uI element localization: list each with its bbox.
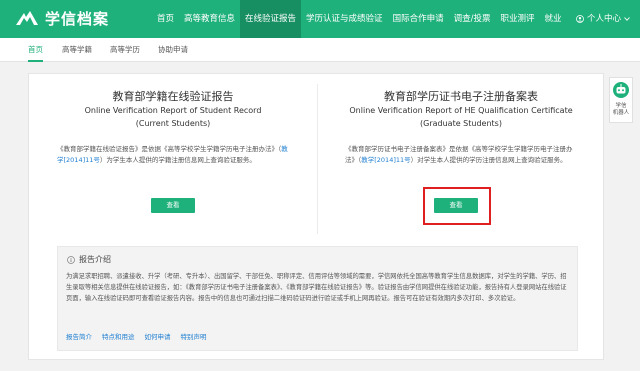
desc-text: 《教育部学籍在线验证报告》是依据《高等学校学生学籍学历电子注册办法》（ — [57, 145, 282, 153]
card-description: 《教育部学籍在线验证报告》是依据《高等学校学生学籍学历电子注册办法》（教学[20… — [57, 144, 293, 166]
main-nav: 首页 高等教育信息 在线验证报告 学历认证与成绩验证 国际合作申请 调查/投票 … — [152, 0, 566, 38]
link-report-overview[interactable]: 报告简介 — [66, 331, 92, 341]
nav-item-career-test[interactable]: 职业测评 — [495, 0, 539, 38]
logo-icon — [16, 10, 38, 25]
nav-item-home[interactable]: 首页 — [152, 0, 179, 38]
robot-label-2: 机器人 — [612, 110, 630, 116]
link-special-statement[interactable]: 特别声明 — [181, 331, 207, 341]
card-subtitle-note: (Current Students) — [135, 119, 211, 128]
regulation-link[interactable]: 教学[2014]11号 — [361, 156, 410, 164]
card-title: 教育部学历证书电子注册备案表 — [384, 90, 538, 103]
intro-body: 为满足求职招聘、派遣接收、升学（考研、专升本）、出国留学、干部任免、职称评定、信… — [66, 273, 567, 302]
nav-item-higher-edu-info[interactable]: 高等教育信息 — [179, 0, 240, 38]
card-title: 教育部学籍在线验证报告 — [112, 90, 234, 103]
intro-header: 报告介绍 — [67, 254, 111, 265]
intro-title: 报告介绍 — [79, 255, 111, 264]
nav-item-survey[interactable]: 调查/投票 — [449, 0, 496, 38]
robot-icon — [613, 82, 629, 98]
subnav-item-assist-apply[interactable]: 协助申请 — [158, 38, 188, 62]
card-subtitle-en: Online Verification Report of HE Qualifi… — [349, 106, 573, 115]
intro-links: 报告简介 特点和用途 如何申请 特别声明 — [66, 331, 207, 341]
link-features-uses[interactable]: 特点和用途 — [102, 331, 135, 341]
user-center[interactable]: 个人中心 — [576, 0, 630, 38]
desc-text-end: ）对学生本人提供的学历注册信息网上查询验证服务。 — [410, 156, 567, 164]
subnav-item-qualification[interactable]: 高等学历 — [110, 38, 140, 62]
link-how-to-apply[interactable]: 如何申请 — [145, 331, 171, 341]
robot-label-1: 学信 — [615, 103, 627, 109]
nav-item-degree-certification[interactable]: 学历认证与成绩验证 — [301, 0, 388, 38]
nav-item-employment[interactable]: 就业 — [539, 0, 566, 38]
view-student-record-button[interactable]: 查看 — [151, 198, 195, 213]
subnav-item-student-record[interactable]: 高等学籍 — [62, 38, 92, 62]
top-navbar: 学信档案 首页 高等教育信息 在线验证报告 学历认证与成绩验证 国际合作申请 调… — [0, 0, 640, 38]
info-icon — [67, 255, 75, 264]
desc-text-end: ）为学生本人提供的学籍注册信息网上查询验证服务。 — [99, 156, 256, 164]
logo-text: 学信档案 — [45, 10, 110, 28]
user-center-label: 个人中心 — [586, 14, 621, 24]
chat-robot-widget[interactable]: 学信 机器人 — [609, 77, 633, 123]
main-panel: 教育部学籍在线验证报告 Online Verification Report o… — [28, 73, 604, 360]
subnav-item-home[interactable]: 首页 — [28, 38, 43, 62]
report-intro-panel: 报告介绍 为满足求职招聘、派遣接收、升学（考研、专升本）、出国留学、干部任免、职… — [57, 246, 578, 351]
card-description: 《教育部学历证书电子注册备案表》是依据《高等学校学生学籍学历电子注册办法》（教学… — [345, 144, 581, 166]
logo[interactable]: 学信档案 — [14, 8, 109, 29]
view-qualification-button[interactable]: 查看 — [434, 198, 478, 213]
card-subtitle-note: (Graduate Students) — [420, 119, 502, 128]
nav-item-international[interactable]: 国际合作申请 — [388, 0, 449, 38]
user-icon — [576, 15, 584, 23]
chevron-down-icon — [624, 17, 630, 21]
nav-item-online-verification[interactable]: 在线验证报告 — [240, 0, 302, 38]
sub-nav: 首页 高等学籍 高等学历 协助申请 — [0, 38, 640, 62]
card-subtitle-en: Online Verification Report of Student Re… — [84, 106, 262, 115]
